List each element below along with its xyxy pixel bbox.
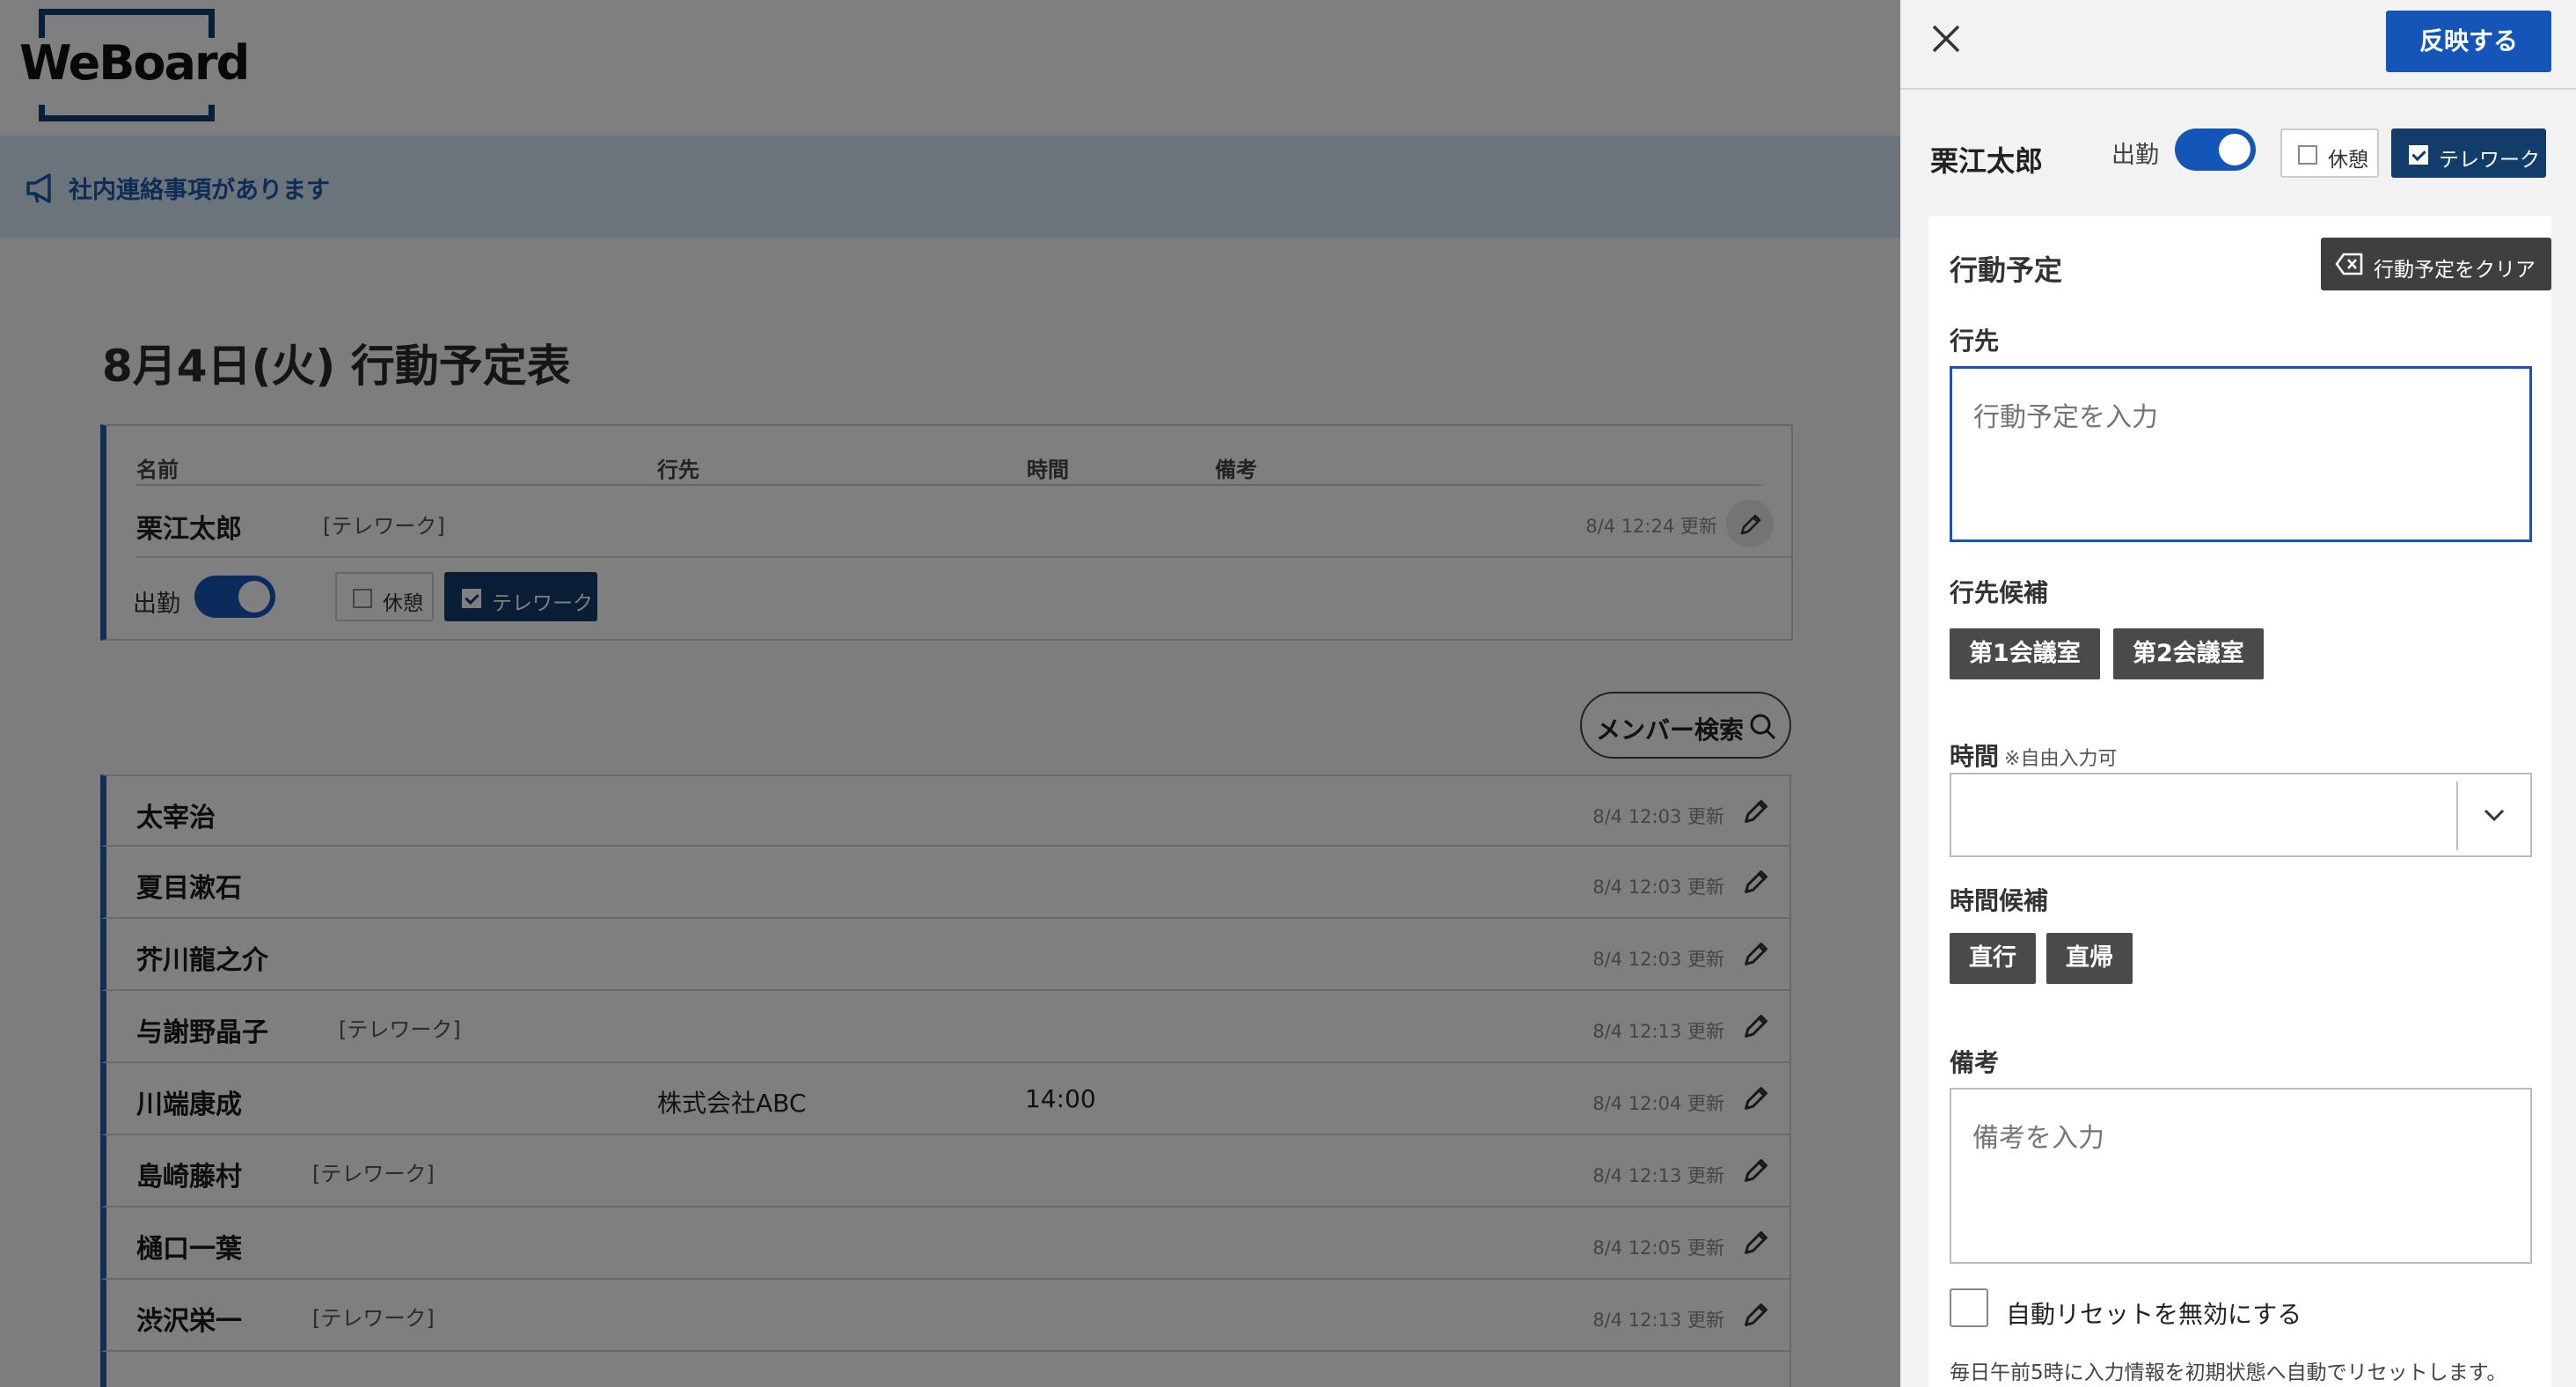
- apply-button[interactable]: 反映する: [2386, 11, 2551, 72]
- auto-reset-checkbox[interactable]: [1950, 1288, 1988, 1327]
- break-check: [2298, 145, 2317, 165]
- remarks-label: 備考: [1950, 1048, 2000, 1077]
- destination-input[interactable]: [1950, 366, 2532, 542]
- remarks-input[interactable]: [1950, 1088, 2532, 1264]
- destination-label: 行先: [1950, 327, 2000, 356]
- clear-schedule-label: 行動予定をクリア: [2374, 259, 2536, 282]
- destination-candidates-label: 行先候補: [1950, 578, 2049, 607]
- close-icon[interactable]: [1927, 19, 1965, 58]
- time-label-text: 時間: [1950, 742, 2000, 771]
- time-candidates-label: 時間候補: [1950, 886, 2049, 915]
- time-select[interactable]: [1950, 773, 2532, 857]
- attend-toggle[interactable]: [2175, 128, 2256, 171]
- candidate-button[interactable]: 第1会議室: [1950, 628, 2100, 679]
- telework-label: テレワーク: [2439, 149, 2540, 172]
- break-label: 休憩: [2328, 149, 2368, 172]
- candidate-button[interactable]: 第2会議室: [2113, 628, 2264, 679]
- candidate-button[interactable]: 直帰: [2046, 933, 2133, 984]
- panel-user-name: 栗江太郎: [1930, 144, 2044, 178]
- edit-panel: 反映する 栗江太郎 出勤 休憩 テレワーク 行動予定 行動予定をクリア 行先 行…: [1900, 0, 2576, 1387]
- telework-check: [2409, 145, 2428, 165]
- telework-checkbox[interactable]: テレワーク: [2391, 128, 2546, 178]
- schedule-form: 行動予定 行動予定をクリア 行先 行先候補 第1会議室 第2会議室 時間※自由入…: [1928, 216, 2551, 1387]
- attend-label: 出勤: [2111, 142, 2159, 169]
- panel-toolbar: 反映する: [1900, 0, 2576, 90]
- section-title: 行動予定: [1950, 253, 2063, 287]
- break-checkbox[interactable]: 休憩: [2280, 128, 2379, 178]
- auto-reset-note: 毎日午前5時に入力情報を初期状態へ自動でリセットします。: [1950, 1361, 2507, 1384]
- clear-schedule-button[interactable]: 行動予定をクリア: [2321, 238, 2551, 290]
- backspace-icon: [2335, 253, 2363, 275]
- time-note: ※自由入力可: [2004, 748, 2118, 770]
- time-label: 時間 ※自由入力可: [1950, 738, 2117, 773]
- candidate-button[interactable]: 直行: [1950, 933, 2036, 984]
- auto-reset-label: 自動リセットを無効にする: [2006, 1300, 2302, 1329]
- select-divider: [2456, 782, 2458, 850]
- modal-overlay[interactable]: [0, 0, 1900, 1387]
- chevron-down-icon: [2484, 809, 2505, 822]
